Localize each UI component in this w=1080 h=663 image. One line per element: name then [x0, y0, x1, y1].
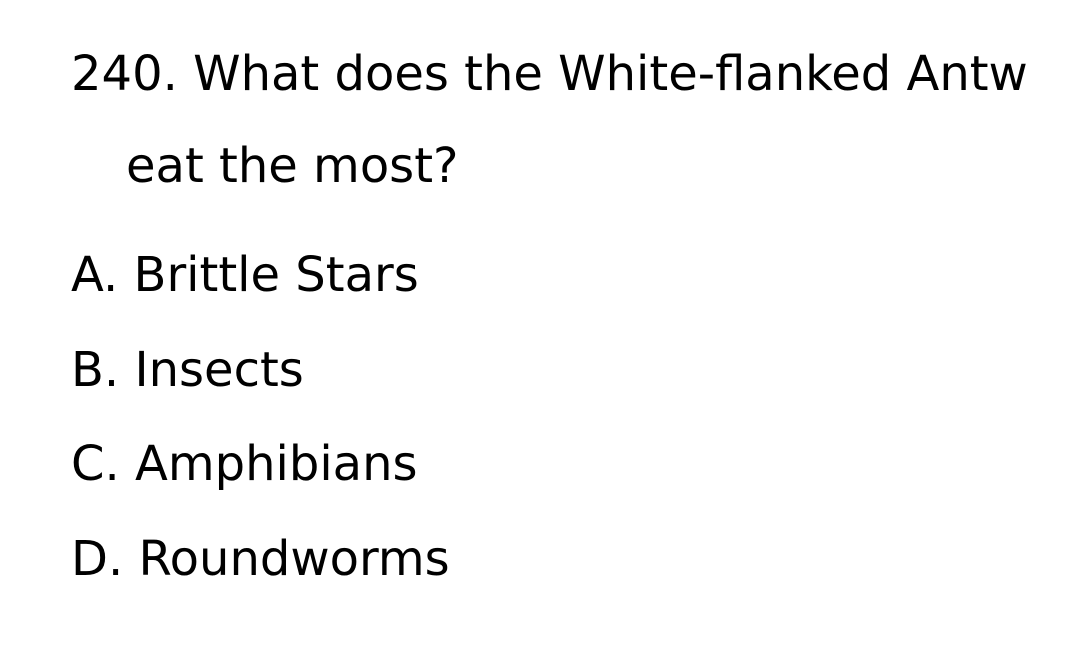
- question-line-1: 240. What does the White-flanked Antw: [71, 46, 1028, 102]
- answer-options: A. Brittle Stars B. Insects C. Amphibian…: [71, 228, 450, 606]
- question-text: 240. What does the White-flanked Antw ea…: [71, 28, 1028, 212]
- question-line-2: eat the most?: [126, 138, 459, 194]
- option-b: B. Insects: [71, 341, 304, 398]
- option-d: D. Roundworms: [71, 530, 450, 587]
- option-a: A. Brittle Stars: [71, 247, 419, 303]
- option-c: C. Amphibians: [71, 436, 418, 492]
